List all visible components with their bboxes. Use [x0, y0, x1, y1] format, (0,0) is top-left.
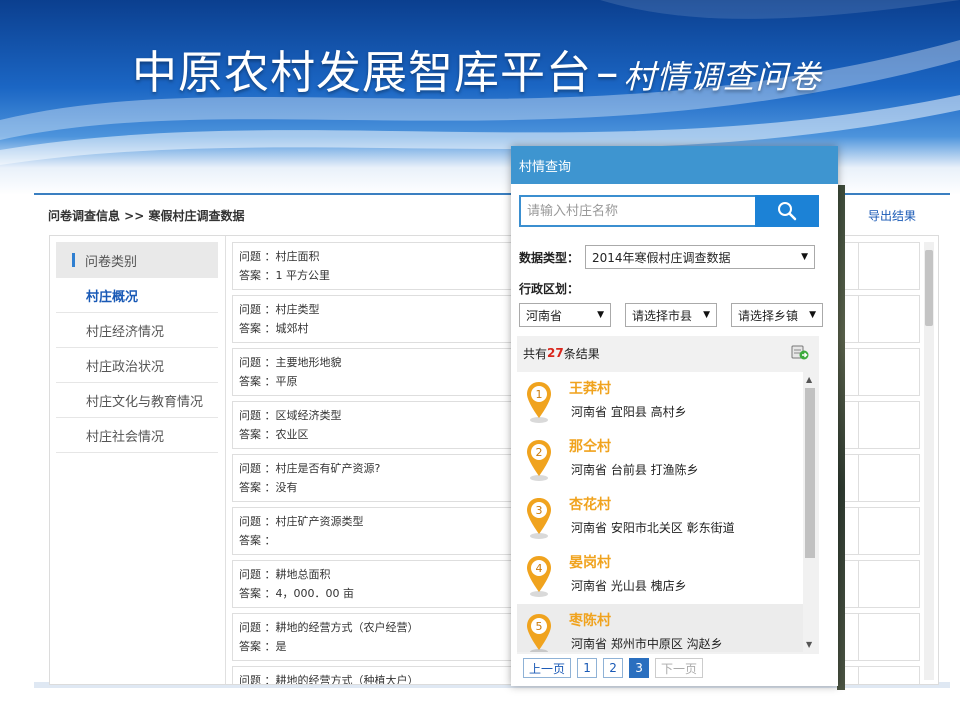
slide-title: 中原农村发展智库平台– 村情调查问卷: [132, 36, 822, 101]
pagination: 上一页 1 2 3 下一页: [523, 658, 704, 678]
panel-divider: [225, 236, 226, 684]
search-button[interactable]: [755, 195, 819, 227]
province-value: 河南省: [526, 308, 563, 323]
city-select[interactable]: 请选择市县 ▼: [625, 303, 717, 327]
content-scrollbar-thumb[interactable]: [925, 250, 933, 326]
category-header-label: 问卷类别: [85, 254, 138, 270]
dropdown-arrow-icon: ▼: [703, 310, 710, 320]
map-pin-icon: 1: [527, 382, 551, 423]
city-value: 请选择市县: [632, 308, 693, 323]
category-item-culture-education[interactable]: 村庄文化与教育情况: [56, 383, 218, 418]
qa-row-right-cell: [858, 401, 920, 449]
search-icon: [778, 202, 797, 221]
village-name: 杏花村: [569, 497, 611, 513]
page-3-button[interactable]: 3: [629, 658, 650, 678]
category-item-overview[interactable]: 村庄概况: [56, 278, 218, 313]
qa-row-right-cell: [858, 613, 920, 661]
qa-row-right-cell: [858, 454, 920, 502]
results-count: 27: [547, 346, 564, 360]
village-location: 河南省 宜阳县 高村乡: [571, 405, 687, 419]
pin-number: 4: [536, 562, 543, 575]
qa-row-right-cell: [858, 242, 920, 290]
category-header: 问卷类别: [56, 242, 218, 278]
results-panel: 共有 27 条结果 1 王莽村 河南省 宜阳县 高村乡 2 那仝村 河南省 台前…: [517, 336, 819, 654]
dropdown-arrow-icon: ▼: [809, 310, 816, 320]
scroll-down-arrow-icon[interactable]: ▼: [806, 640, 812, 649]
dropdown-arrow-icon: ▼: [801, 252, 809, 262]
map-pin-icon: 4: [527, 556, 551, 597]
next-page-button[interactable]: 下一页: [655, 658, 704, 678]
village-location: 河南省 光山县 槐店乡: [571, 579, 687, 593]
category-panel: 问卷类别 村庄概况 村庄经济情况 村庄政治状况 村庄文化与教育情况 村庄社会情况: [56, 242, 218, 453]
data-type-label: 数据类型：: [519, 250, 580, 265]
dropdown-arrow-icon: ▼: [597, 310, 604, 320]
scroll-up-arrow-icon[interactable]: ▲: [806, 375, 812, 384]
results-suffix: 条结果: [563, 346, 600, 361]
village-location: 河南省 台前县 打渔陈乡: [571, 463, 699, 477]
pin-number: 1: [536, 388, 543, 401]
slide-title-dash: –: [596, 46, 620, 99]
village-query-panel: 村情查询 数据类型： 2014年寒假村庄调查数据 ▼ 行政区划： 河南省 ▼ 请…: [511, 146, 838, 686]
town-select[interactable]: 请选择乡镇 ▼: [731, 303, 823, 327]
result-item[interactable]: 3 杏花村 河南省 安阳市北关区 彰东街道: [517, 488, 803, 546]
village-name: 王莽村: [569, 381, 611, 397]
village-location: 河南省 安阳市北关区 彰东街道: [571, 521, 735, 535]
pin-number: 3: [536, 504, 543, 517]
village-location: 河南省 郑州市中原区 沟赵乡: [571, 637, 723, 651]
village-name: 枣陈村: [569, 613, 611, 629]
qa-row-right-cell: [858, 666, 920, 684]
result-item[interactable]: 5 枣陈村 河南省 郑州市中原区 沟赵乡: [517, 604, 803, 652]
results-scrollbar[interactable]: ▲ ▼: [803, 372, 817, 652]
results-list: 1 王莽村 河南省 宜阳县 高村乡 2 那仝村 河南省 台前县 打渔陈乡 3 杏…: [517, 372, 803, 652]
region-label: 行政区划：: [519, 282, 580, 296]
result-item[interactable]: 4 晏岗村 河南省 光山县 槐店乡: [517, 546, 803, 604]
page-2-button[interactable]: 2: [603, 658, 624, 678]
slide-title-main: 中原农村发展智库平台: [132, 46, 593, 99]
data-type-value: 2014年寒假村庄调查数据: [592, 250, 731, 265]
results-summary: 共有 27 条结果: [517, 336, 819, 370]
results-scrollbar-thumb[interactable]: [805, 388, 815, 558]
village-name: 那仝村: [569, 439, 611, 455]
search-bar: [519, 195, 819, 227]
category-item-economy[interactable]: 村庄经济情况: [56, 313, 218, 348]
map-background-strip: [837, 185, 845, 690]
export-results-link[interactable]: 导出结果: [868, 207, 916, 224]
map-pin-icon: 2: [527, 440, 551, 481]
map-pin-icon: 5: [527, 614, 551, 652]
content-scrollbar[interactable]: [924, 242, 934, 680]
breadcrumb: 问卷调查信息 >> 寒假村庄调查数据: [48, 209, 245, 223]
result-item[interactable]: 2 那仝村 河南省 台前县 打渔陈乡: [517, 430, 803, 488]
category-header-bar: [72, 253, 75, 267]
category-item-society[interactable]: 村庄社会情况: [56, 418, 218, 453]
map-pin-icon: 3: [527, 498, 551, 539]
province-select[interactable]: 河南省 ▼: [519, 303, 611, 327]
result-item[interactable]: 1 王莽村 河南省 宜阳县 高村乡: [517, 372, 803, 430]
qa-row-right-cell: [858, 348, 920, 396]
page-1-button[interactable]: 1: [577, 658, 598, 678]
results-prefix: 共有: [523, 346, 548, 361]
qa-row-right-cell: [858, 507, 920, 555]
town-value: 请选择乡镇: [738, 308, 799, 323]
pin-number: 5: [536, 620, 543, 633]
export-excel-icon[interactable]: [791, 344, 809, 360]
data-type-select[interactable]: 2014年寒假村庄调查数据 ▼: [585, 245, 816, 269]
qa-row-right-cell: [858, 295, 920, 343]
slide-title-sub: 村情调查问卷: [623, 58, 822, 96]
data-type-row: 数据类型： 2014年寒假村庄调查数据 ▼: [519, 245, 816, 269]
region-selects: 河南省 ▼ 请选择市县 ▼ 请选择乡镇 ▼: [519, 303, 823, 327]
qa-row-right-cell: [858, 560, 920, 608]
village-name: 晏岗村: [569, 555, 611, 571]
village-search-input[interactable]: [519, 195, 755, 227]
category-item-politics[interactable]: 村庄政治状况: [56, 348, 218, 383]
panel-title: 村情查询: [511, 146, 838, 184]
pin-number: 2: [536, 446, 543, 459]
prev-page-button[interactable]: 上一页: [523, 658, 572, 678]
